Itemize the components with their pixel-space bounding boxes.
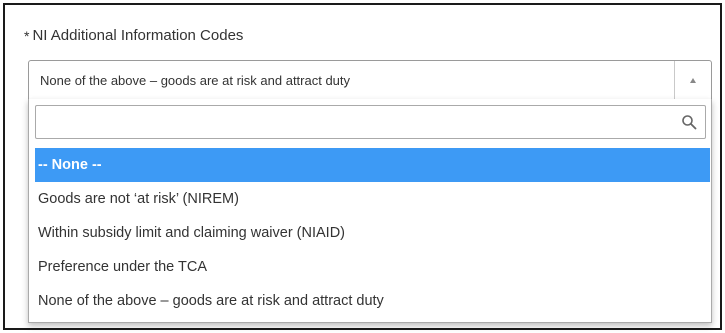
field-label-text: NI Additional Information Codes — [32, 27, 244, 44]
option-niaid[interactable]: Within subsidy limit and claiming waiver… — [35, 216, 710, 250]
option-at-risk-duty[interactable]: None of the above – goods are at risk an… — [35, 284, 710, 318]
dropdown-search-box[interactable] — [35, 105, 706, 139]
triangle-up-icon — [690, 77, 696, 83]
dropdown-search-input[interactable] — [36, 106, 676, 138]
field-label: * NI Additional Information Codes — [24, 27, 243, 44]
select-toggle-button[interactable] — [674, 61, 711, 99]
select-dropdown: -- None -- Goods are not ‘at risk’ (NIRE… — [28, 99, 712, 323]
option-none[interactable]: -- None -- — [35, 148, 710, 182]
ni-codes-select[interactable]: None of the above – goods are at risk an… — [28, 60, 712, 100]
option-tca-preference[interactable]: Preference under the TCA — [35, 250, 710, 284]
options-list: -- None -- Goods are not ‘at risk’ (NIRE… — [35, 148, 710, 318]
option-nirem[interactable]: Goods are not ‘at risk’ (NIREM) — [35, 182, 710, 216]
form-panel: * NI Additional Information Codes None o… — [3, 3, 722, 330]
select-current-value: None of the above – goods are at risk an… — [40, 73, 351, 88]
required-marker: * — [24, 27, 30, 44]
search-icon — [682, 115, 697, 130]
